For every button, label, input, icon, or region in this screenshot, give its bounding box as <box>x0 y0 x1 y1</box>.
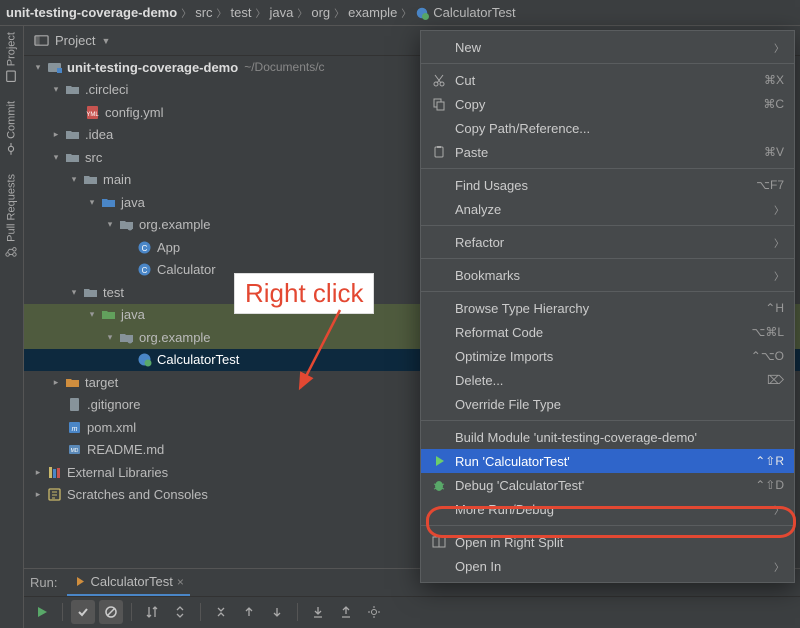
menu-override-file-type[interactable]: Override File Type <box>421 392 794 416</box>
folder-icon <box>82 172 98 188</box>
folder-icon <box>64 82 80 98</box>
package-icon <box>118 217 134 233</box>
menu-find-usages[interactable]: Find Usages⌥F7 <box>421 173 794 197</box>
test-folder-icon <box>100 307 116 323</box>
run-label: Run: <box>30 575 57 590</box>
menu-cut[interactable]: Cut⌘X <box>421 68 794 92</box>
ignore-toggle[interactable] <box>99 600 123 624</box>
run-tab[interactable]: CalculatorTest × <box>67 569 189 596</box>
next-icon[interactable] <box>265 600 289 624</box>
menu-optimize-imports[interactable]: Optimize Imports⌃⌥O <box>421 344 794 368</box>
menu-paste[interactable]: Paste⌘V <box>421 140 794 164</box>
crumb-java[interactable]: java <box>270 5 294 20</box>
prev-icon[interactable] <box>237 600 261 624</box>
folder-icon <box>82 284 98 300</box>
menu-bookmarks[interactable]: Bookmarks〉 <box>421 263 794 287</box>
run-icon <box>429 454 449 468</box>
tab-pull-requests[interactable]: Pull Requests <box>5 174 18 259</box>
crumb-sep: 〉 <box>181 5 191 20</box>
file-icon <box>66 397 82 413</box>
excluded-folder-icon <box>64 374 80 390</box>
menu-delete[interactable]: Delete...⌦ <box>421 368 794 392</box>
pull-request-icon <box>5 246 18 259</box>
commit-icon <box>5 143 18 156</box>
close-icon[interactable]: × <box>177 575 184 589</box>
annotation-callout: Right click <box>234 273 374 314</box>
module-icon <box>46 59 62 75</box>
tab-project[interactable]: Project <box>5 32 18 83</box>
menu-analyze[interactable]: Analyze〉 <box>421 197 794 221</box>
menu-build-module[interactable]: Build Module 'unit-testing-coverage-demo… <box>421 425 794 449</box>
chevron-right-icon: ▸ <box>50 129 62 140</box>
chevron-down-icon: ▾ <box>50 84 62 95</box>
project-icon <box>5 70 18 83</box>
menu-copy-path[interactable]: Copy Path/Reference... <box>421 116 794 140</box>
run-button[interactable] <box>30 600 54 624</box>
svg-text:C: C <box>141 266 147 275</box>
menu-browse-hierarchy[interactable]: Browse Type Hierarchy⌃H <box>421 296 794 320</box>
menu-more-run[interactable]: More Run/Debug〉 <box>421 497 794 521</box>
menu-debug[interactable]: Debug 'CalculatorTest'⌃⇧D <box>421 473 794 497</box>
run-tab-label: CalculatorTest <box>90 574 172 589</box>
import-icon[interactable] <box>306 600 330 624</box>
scratch-icon <box>46 487 62 503</box>
markdown-icon: MD <box>66 442 82 458</box>
debug-icon <box>429 478 449 492</box>
class-icon: C <box>136 262 152 278</box>
menu-reformat[interactable]: Reformat Code⌥⌘L <box>421 320 794 344</box>
project-view-icon <box>34 33 49 48</box>
paste-icon <box>429 145 449 159</box>
expand-icon[interactable] <box>168 600 192 624</box>
settings-icon[interactable] <box>362 600 386 624</box>
svg-text:MD: MD <box>70 448 78 454</box>
pass-toggle[interactable] <box>71 600 95 624</box>
split-icon <box>429 535 449 549</box>
crumb-file[interactable]: CalculatorTest <box>433 5 515 20</box>
menu-refactor[interactable]: Refactor〉 <box>421 230 794 254</box>
left-tool-strip: Project Commit Pull Requests <box>0 26 24 628</box>
context-menu: New〉 Cut⌘X Copy⌘C Copy Path/Reference...… <box>420 30 795 583</box>
folder-icon <box>64 127 80 143</box>
menu-run[interactable]: Run 'CalculatorTest'⌃⇧R <box>421 449 794 473</box>
menu-open-in[interactable]: Open In〉 <box>421 554 794 578</box>
breadcrumb: unit-testing-coverage-demo 〉 src 〉 test … <box>0 0 800 26</box>
crumb-org[interactable]: org <box>311 5 330 20</box>
crumb-root[interactable]: unit-testing-coverage-demo <box>6 5 177 20</box>
class-icon: C <box>136 239 152 255</box>
svg-text:m: m <box>71 426 77 433</box>
yaml-file-icon: YML <box>84 104 100 120</box>
crumb-test[interactable]: test <box>231 5 252 20</box>
dropdown-icon[interactable]: ▼ <box>101 36 110 46</box>
libraries-icon <box>46 464 62 480</box>
maven-icon: m <box>66 419 82 435</box>
svg-text:YML: YML <box>86 112 99 118</box>
tab-commit[interactable]: Commit <box>5 101 18 156</box>
menu-new[interactable]: New〉 <box>421 35 794 59</box>
cut-icon <box>429 73 449 87</box>
crumb-src[interactable]: src <box>195 5 212 20</box>
menu-copy[interactable]: Copy⌘C <box>421 92 794 116</box>
run-config-icon <box>73 575 86 588</box>
class-test-icon <box>415 6 429 20</box>
copy-icon <box>429 97 449 111</box>
sort-icon[interactable] <box>140 600 164 624</box>
project-header-title[interactable]: Project <box>55 33 95 48</box>
collapse-icon[interactable] <box>209 600 233 624</box>
chevron-down-icon: ▾ <box>32 62 44 73</box>
folder-icon <box>64 149 80 165</box>
export-icon[interactable] <box>334 600 358 624</box>
test-class-icon <box>136 352 152 368</box>
menu-open-split[interactable]: Open in Right Split <box>421 530 794 554</box>
source-folder-icon <box>100 194 116 210</box>
svg-text:C: C <box>141 244 147 253</box>
package-icon <box>118 329 134 345</box>
crumb-example[interactable]: example <box>348 5 397 20</box>
